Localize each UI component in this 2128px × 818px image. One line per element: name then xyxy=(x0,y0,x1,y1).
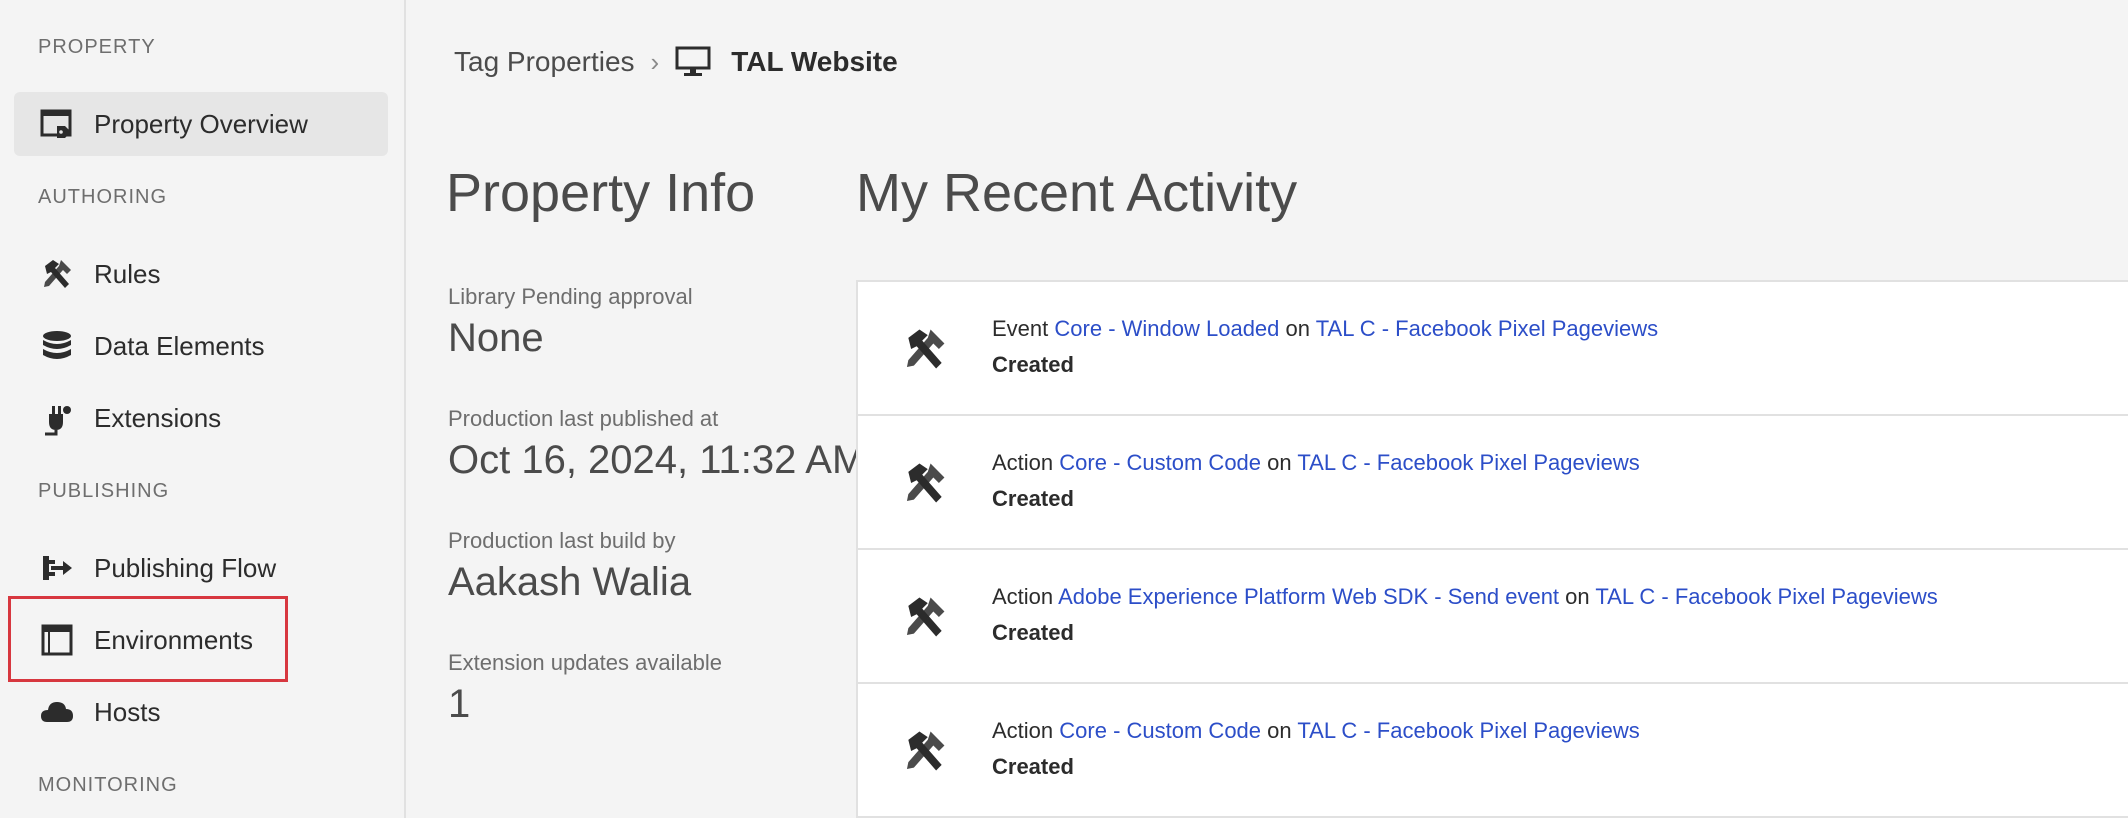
activity-item: Event Core - Window Loaded on TAL C - Fa… xyxy=(858,282,2128,416)
activity-status: Created xyxy=(992,486,1074,511)
recent-activity-title: My Recent Activity xyxy=(856,163,1298,223)
sidebar-item-label: Property Overview xyxy=(94,108,308,139)
database-icon xyxy=(38,327,76,365)
plug-icon xyxy=(38,399,76,437)
activity-item: Action Core - Custom Code on TAL C - Fac… xyxy=(858,684,2128,818)
activity-rule-link[interactable]: TAL C - Facebook Pixel Pageviews xyxy=(1595,584,1937,609)
library-pending-label: Library Pending approval xyxy=(448,284,693,309)
breadcrumb-current-property: TAL Website xyxy=(731,46,898,77)
activity-component-link[interactable]: Core - Window Loaded xyxy=(1054,316,1279,341)
activity-description: Action Core - Custom Code on TAL C - Fac… xyxy=(992,450,1640,476)
activity-component-link[interactable]: Core - Custom Code xyxy=(1059,718,1261,743)
sidebar-item-property-overview[interactable]: Property Overview xyxy=(14,92,388,156)
sidebar-item-rules[interactable]: Rules xyxy=(14,242,388,306)
publishing-flow-icon xyxy=(38,549,76,587)
activity-connector: on xyxy=(1565,584,1590,609)
activity-status: Created xyxy=(992,352,1074,377)
activity-item: Action Core - Custom Code on TAL C - Fac… xyxy=(858,416,2128,550)
activity-connector: on xyxy=(1267,450,1292,475)
activity-type: Event xyxy=(992,316,1049,341)
property-info-title: Property Info xyxy=(446,163,756,223)
sidebar-item-hosts[interactable]: Hosts xyxy=(14,680,388,744)
sidebar-item-label: Hosts xyxy=(94,696,161,727)
activity-connector: on xyxy=(1285,316,1311,341)
activity-type: Action xyxy=(992,450,1054,475)
extension-updates-label: Extension updates available xyxy=(448,650,722,675)
extension-updates-value: 1 xyxy=(448,682,471,726)
activity-component-link[interactable]: Adobe Experience Platform Web SDK - Send… xyxy=(1058,584,1559,609)
activity-rule-link[interactable]: TAL C - Facebook Pixel Pageviews xyxy=(1297,450,1639,475)
rules-icon xyxy=(900,592,950,642)
activity-description: Action Core - Custom Code on TAL C - Fac… xyxy=(992,718,1640,744)
breadcrumb: Tag Properties › TAL Website xyxy=(454,40,898,84)
section-heading-publishing: PUBLISHING xyxy=(38,480,170,502)
activity-rule-link[interactable]: TAL C - Facebook Pixel Pageviews xyxy=(1297,718,1639,743)
activity-type: Action xyxy=(992,584,1054,609)
production-build-label: Production last build by xyxy=(448,528,676,553)
rules-icon xyxy=(900,458,950,508)
property-overview-icon xyxy=(38,105,76,143)
breadcrumb-tag-properties[interactable]: Tag Properties xyxy=(454,46,635,78)
activity-component-link[interactable]: Core - Custom Code xyxy=(1059,450,1261,475)
activity-description: Action Adobe Experience Platform Web SDK… xyxy=(992,584,1938,610)
cloud-icon xyxy=(38,693,76,731)
sidebar-item-publishing-flow[interactable]: Publishing Flow xyxy=(14,536,388,600)
production-published-value: Oct 16, 2024, 11:32 AM xyxy=(448,438,866,482)
rules-icon xyxy=(900,726,950,776)
sidebar: PROPERTY Property Overview AUTHORING Rul… xyxy=(0,0,406,818)
sidebar-item-label: Rules xyxy=(94,258,161,289)
activity-status: Created xyxy=(992,754,1074,779)
activity-rule-link[interactable]: TAL C - Facebook Pixel Pageviews xyxy=(1316,316,1658,341)
production-build-value: Aakash Walia xyxy=(448,560,692,604)
production-published-label: Production last published at xyxy=(448,406,719,431)
recent-activity-list: Event Core - Window Loaded on TAL C - Fa… xyxy=(856,280,2128,818)
sidebar-item-label: Extensions xyxy=(94,402,222,433)
sidebar-item-data-elements[interactable]: Data Elements xyxy=(14,314,388,378)
activity-item: Action Adobe Experience Platform Web SDK… xyxy=(858,550,2128,684)
sidebar-item-extensions[interactable]: Extensions xyxy=(14,386,388,450)
activity-connector: on xyxy=(1267,718,1292,743)
sidebar-item-label: Data Elements xyxy=(94,330,265,361)
monitor-icon xyxy=(675,44,711,80)
rules-icon xyxy=(38,255,76,293)
library-pending-value: None xyxy=(448,316,544,360)
activity-type: Action xyxy=(992,718,1054,743)
section-heading-property: PROPERTY xyxy=(38,36,156,58)
section-heading-authoring: AUTHORING xyxy=(38,186,167,208)
environments-highlight xyxy=(8,596,288,682)
sidebar-item-label: Publishing Flow xyxy=(94,552,277,583)
chevron-right-icon: › xyxy=(650,46,660,77)
section-heading-monitoring: MONITORING xyxy=(38,774,178,796)
rules-icon xyxy=(900,324,950,374)
activity-description: Event Core - Window Loaded on TAL C - Fa… xyxy=(992,316,1658,342)
activity-status: Created xyxy=(992,620,1074,645)
